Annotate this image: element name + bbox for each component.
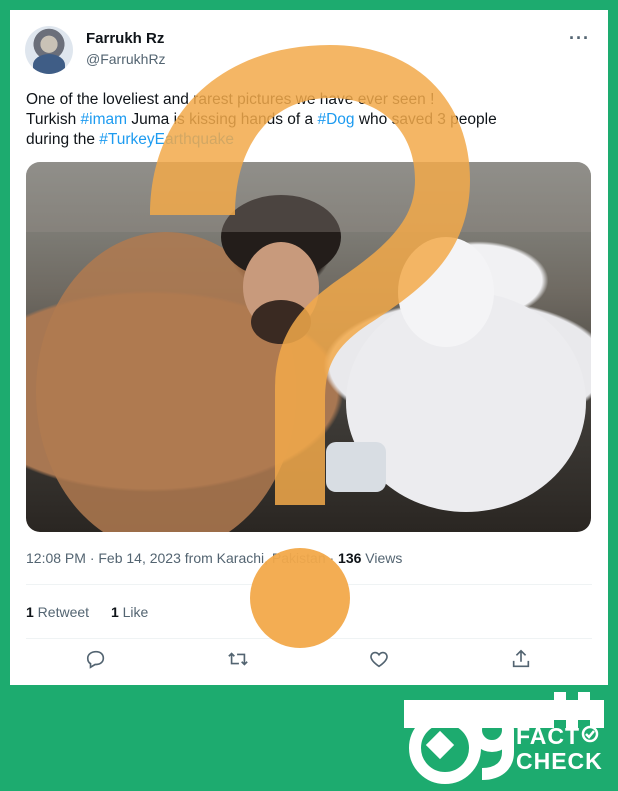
like-label: Like [118,604,149,620]
text-segment: Juma is kissing hands of a [127,111,318,128]
like-stat[interactable]: 1 Like [111,604,148,620]
reply-icon[interactable] [85,648,109,672]
divider [26,638,592,639]
hashtag-dog[interactable]: #Dog [317,111,354,128]
text-segment: Turkish [26,111,81,128]
author-name[interactable]: Farrukh Rz [86,30,164,47]
retweet-count: 1 [26,604,34,620]
divider [26,584,592,585]
retweet-stat[interactable]: 1 Retweet [26,604,89,620]
heart-icon[interactable] [368,648,392,672]
engagement-stats: 1 Retweet 1 Like [26,604,166,620]
tweet-meta: 12:08 PM · Feb 14, 2023 from Karachi, Pa… [26,550,402,566]
hashtag-turkey-earthquake[interactable]: #TurkeyEarthquake [99,131,234,148]
fact-check-logo: FACT CHECK [400,690,610,785]
retweet-icon[interactable] [226,648,250,672]
views-label: Views [361,550,403,566]
tweet-line-1: One of the loveliest and rarest pictures… [26,91,435,108]
fact-label: FACT [516,723,581,749]
author-handle[interactable]: @FarrukhRz [86,51,166,67]
tweet-card: Farrukh Rz @FarrukhRz ··· One of the lov… [10,10,608,685]
tweet-line-3: during the #TurkeyEarthquake [26,130,596,150]
retweet-label: Retweet [33,604,90,620]
timestamp[interactable]: 12:08 PM · Feb 14, 2023 from Karachi, Pa… [26,550,338,566]
tweet-photo[interactable] [26,162,591,532]
text-segment: during the [26,131,100,148]
photo-illustration [26,162,591,532]
tweet-line-2: Turkish #imam Juma is kissing hands of a… [26,110,596,130]
check-label: CHECK [516,748,603,774]
action-bar [10,648,608,674]
tweet-text: One of the loveliest and rarest pictures… [26,90,596,150]
hashtag-imam[interactable]: #imam [81,111,128,128]
avatar[interactable] [25,26,73,74]
text-segment: who saved 3 people [354,111,497,128]
like-count: 1 [110,604,119,620]
share-icon[interactable] [510,648,534,672]
more-options-icon[interactable]: ··· [569,28,590,49]
views-count: 136 [338,550,362,566]
